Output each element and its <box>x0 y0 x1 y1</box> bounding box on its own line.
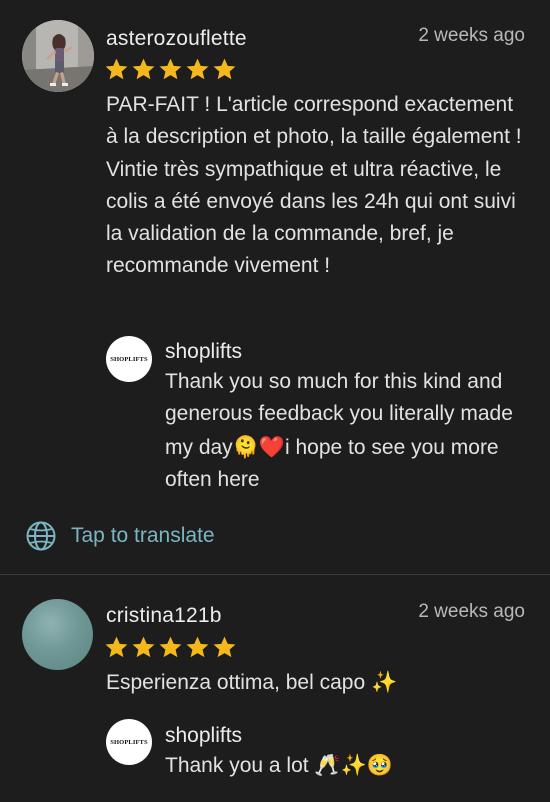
star-icon <box>186 636 209 658</box>
seller-logo-text: SHOPLIFTS <box>110 738 148 746</box>
reply-text: Thank you a lot 🥂✨🥹 <box>165 754 393 777</box>
seller-avatar[interactable]: SHOPLIFTS <box>106 719 152 765</box>
star-rating <box>104 635 237 660</box>
star-icon <box>132 636 155 658</box>
star-rating <box>104 57 237 82</box>
review-timestamp: 2 weeks ago <box>418 25 525 46</box>
seller-reply: SHOPLIFTS shoplifts Thank you a lot 🥂✨🥹 <box>106 717 526 797</box>
star-icon <box>213 636 236 658</box>
star-icon <box>186 58 209 80</box>
user-avatar[interactable] <box>22 20 94 92</box>
seller-username[interactable]: shoplifts <box>165 340 242 364</box>
review-timestamp: 2 weeks ago <box>418 601 525 622</box>
star-icon <box>105 58 128 80</box>
translate-button[interactable]: Tap to translate <box>25 519 215 553</box>
review-username[interactable]: cristina121b <box>106 604 222 628</box>
globe-icon <box>26 521 56 551</box>
review-username[interactable]: asterozouflette <box>106 27 247 51</box>
review-text: PAR-FAIT ! L'article correspond exacteme… <box>106 93 522 278</box>
review-text: Esperienza ottima, bel capo ✨ <box>106 671 398 694</box>
review-item: asterozouflette 2 weeks ago PAR-FAIT ! L… <box>0 0 550 574</box>
seller-avatar[interactable]: SHOPLIFTS <box>106 336 152 382</box>
translate-label: Tap to translate <box>71 524 215 547</box>
star-icon <box>159 58 182 80</box>
star-icon <box>213 58 236 80</box>
seller-reply: SHOPLIFTS shoplifts Thank you so much fo… <box>106 334 526 504</box>
star-icon <box>132 58 155 80</box>
seller-username[interactable]: shoplifts <box>165 724 242 748</box>
avatar-photo-image <box>22 20 94 92</box>
reply-text: Thank you so much for this kind and gene… <box>165 366 535 496</box>
user-avatar[interactable] <box>22 599 93 670</box>
seller-logo-text: SHOPLIFTS <box>110 355 148 363</box>
review-item: cristina121b 2 weeks ago Esperienza otti… <box>0 575 550 802</box>
star-icon <box>159 636 182 658</box>
star-icon <box>105 636 128 658</box>
reply-emojis: 🫠❤️ <box>232 434 285 459</box>
